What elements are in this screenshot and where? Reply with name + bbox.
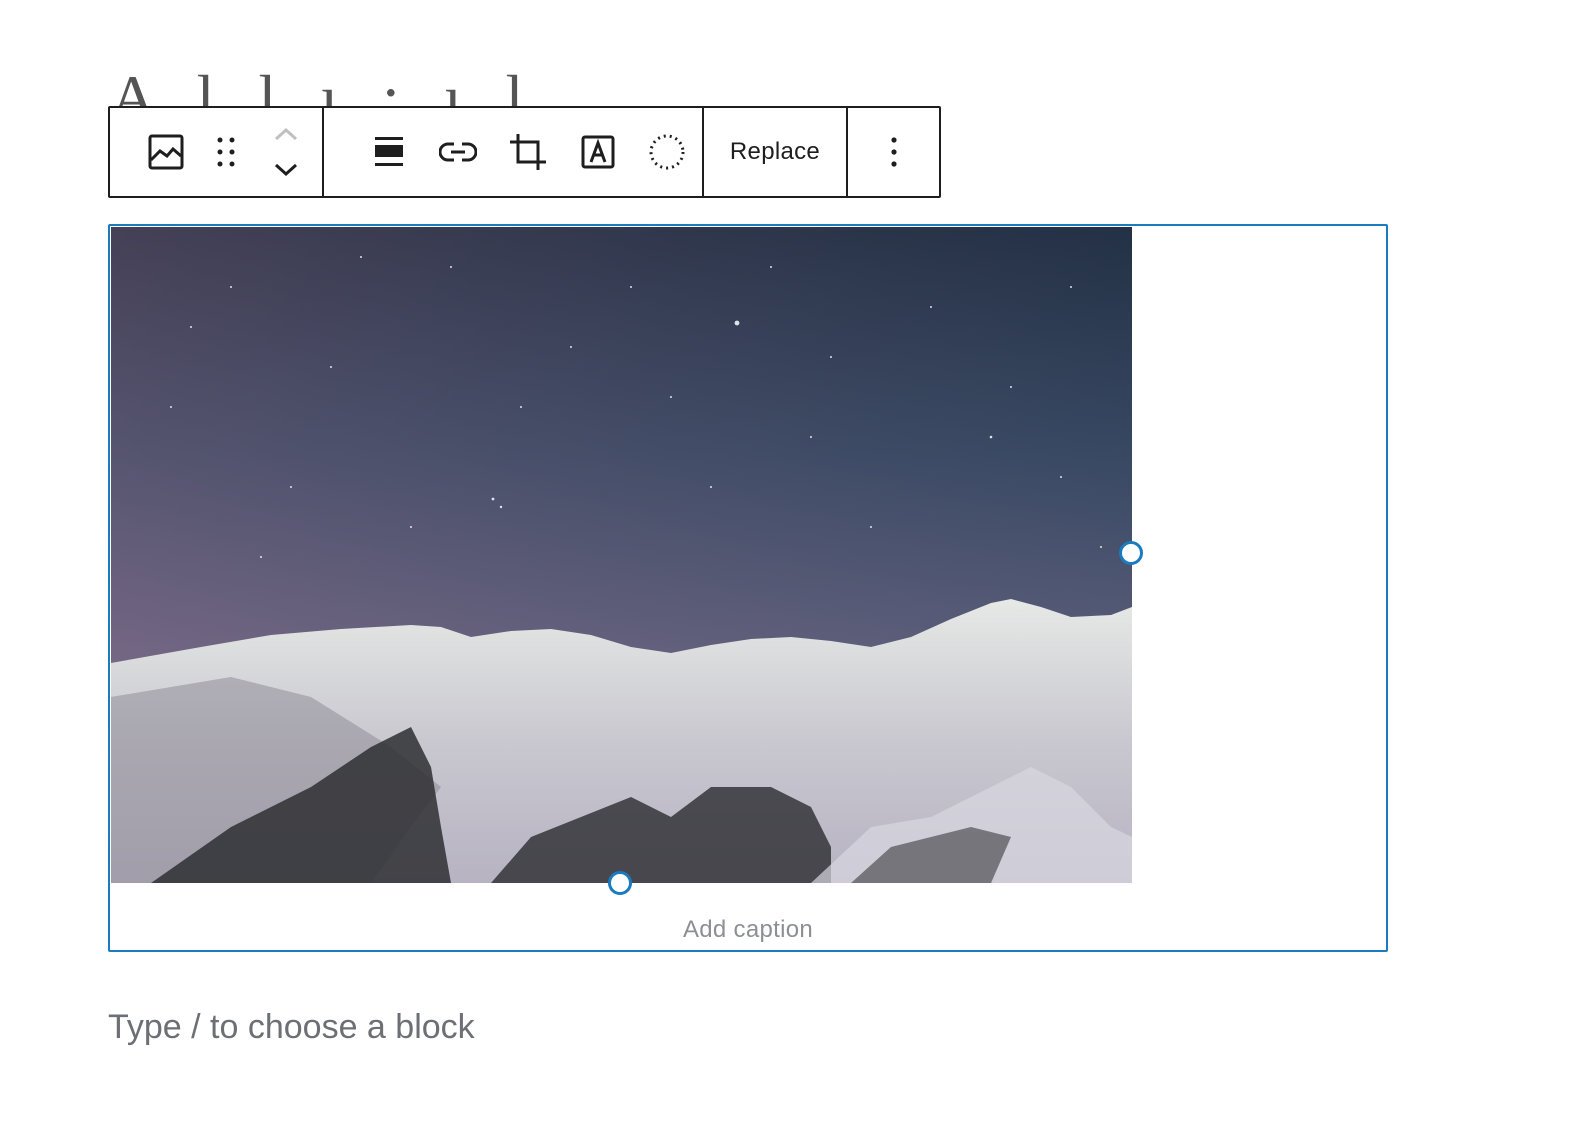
chevron-up-icon (274, 127, 298, 141)
toolbar-group-options (846, 108, 939, 196)
drag-handle-icon (217, 137, 235, 167)
image-icon (148, 134, 184, 170)
align-icon (374, 137, 403, 166)
post-title-text: A l l ı ; ı l (110, 62, 538, 109)
image-block[interactable]: Add caption (108, 224, 1388, 952)
replace-button[interactable]: Replace (726, 124, 824, 180)
caption-field[interactable]: Add caption (110, 916, 1386, 944)
block-toolbar: Replace (108, 106, 941, 198)
image[interactable] (111, 227, 1132, 883)
resize-handle-bottom[interactable] (608, 871, 632, 895)
text-overlay-button[interactable] (563, 124, 633, 180)
more-vertical-icon (890, 137, 897, 167)
mountain-photo (111, 227, 1132, 883)
link-button[interactable] (424, 124, 494, 180)
duotone-button[interactable] (632, 124, 702, 180)
move-up-button[interactable] (266, 119, 306, 149)
text-overlay-icon (581, 135, 615, 169)
crop-icon (509, 134, 546, 170)
block-type-button[interactable] (136, 124, 196, 180)
block-appender[interactable]: Type / to choose a block (108, 1008, 475, 1047)
drag-handle-button[interactable] (196, 124, 256, 180)
toolbar-group-replace: Replace (702, 108, 846, 196)
post-title[interactable]: A l l ı ; ı l (110, 50, 630, 109)
duotone-icon (649, 134, 685, 170)
align-button[interactable] (354, 124, 424, 180)
crop-button[interactable] (493, 124, 563, 180)
toolbar-group-tools (322, 108, 702, 196)
block-mover (256, 112, 316, 192)
more-options-button[interactable] (866, 124, 922, 180)
resize-handle-right[interactable] (1119, 541, 1143, 565)
move-down-button[interactable] (266, 155, 306, 185)
chevron-down-icon (274, 163, 298, 177)
link-icon (439, 142, 478, 162)
replace-label: Replace (729, 138, 821, 165)
toolbar-group-block (110, 108, 322, 196)
